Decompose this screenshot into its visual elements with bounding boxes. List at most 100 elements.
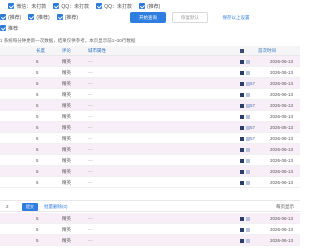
row-status-marker [240, 114, 244, 119]
table-row[interactable]: 5 精英 — 2026-06-13 [0, 155, 300, 166]
cell-attr: — [88, 158, 93, 163]
cell-length: 5 [36, 103, 39, 108]
table-row[interactable]: 5 精英 — 2026-06-13 [0, 224, 300, 235]
column-header-attr[interactable]: 城市属性 [88, 48, 106, 54]
cell-status: 精英 [62, 158, 71, 163]
table-row[interactable]: 5 精英 — 2026-06-13 [0, 166, 300, 177]
cell-status: 精英 [62, 114, 71, 119]
row-status-marker-light [246, 147, 250, 152]
cell-mark: 57 [250, 136, 256, 141]
table-row[interactable]: 5 精英 — 2026-06-13 [0, 144, 300, 155]
filter-row-1: 微信：未打款 QQ：未打款 QQ：未打款 (推荐) [0, 2, 167, 10]
table-row[interactable]: 5 精英 — 57 2026-06-13 [0, 133, 300, 144]
page-count: 2 [6, 204, 9, 209]
cell-date: 2026-06-13 [270, 70, 294, 75]
column-header-length[interactable]: 长度 [36, 48, 45, 54]
checkbox-option-3[interactable] [56, 14, 63, 20]
cell-length: 5 [36, 81, 39, 86]
filter-label-option-3: (推荐) [64, 14, 79, 21]
cell-attr: — [88, 147, 93, 152]
cell-status: 精英 [62, 103, 71, 108]
row-status-marker-light [246, 158, 250, 163]
cell-attr: — [88, 70, 93, 75]
table-body-bottom: 5 精英 — 2026-06-13 5 精英 — 2026-06-13 5 精英 — 2026-06-… [0, 213, 300, 246]
checkbox-qq[interactable] [53, 3, 60, 9]
row-status-marker [240, 227, 244, 232]
cell-date: 2026-06-13 [270, 158, 294, 163]
cell-status: 精英 [62, 59, 71, 64]
checkbox-option-1[interactable] [0, 14, 6, 20]
cell-length: 5 [36, 70, 39, 75]
cell-attr: — [88, 92, 93, 97]
table-row[interactable]: 5 精英 — 2026-06-13 [0, 213, 300, 224]
table-row[interactable]: 5 精英 — 2026-06-13 [0, 89, 300, 100]
cell-status: 精英 [62, 125, 71, 130]
column-header-date[interactable]: 首次时间 [258, 48, 276, 54]
cell-date: 2026-06-13 [270, 125, 294, 130]
bulk-delete-link[interactable]: 批量删除(0) [44, 204, 68, 210]
checkbox-option-4[interactable] [0, 25, 6, 31]
checkbox-option-2[interactable] [28, 14, 35, 20]
cell-date: 2026-06-13 [270, 92, 294, 97]
row-status-marker [240, 103, 244, 108]
cell-date: 2026-06-13 [270, 147, 294, 152]
cell-length: 5 [36, 59, 39, 64]
row-status-marker-light [246, 180, 250, 185]
cell-date: 2026-06-13 [270, 169, 294, 174]
cell-status: 精英 [62, 92, 71, 97]
cell-attr: — [88, 180, 93, 185]
row-status-marker-light [246, 216, 250, 221]
cell-length: 5 [36, 125, 39, 130]
table-row[interactable]: 5 精英 — 2026-06-13 [0, 235, 300, 246]
cell-mark: 57 [250, 81, 256, 86]
checkbox-wechat[interactable] [8, 3, 15, 9]
row-status-marker-light [246, 59, 250, 64]
column-header-status[interactable]: 评论 [62, 48, 71, 54]
cell-length: 5 [36, 180, 39, 185]
table-row[interactable]: 5 精英 — 2026-06-13 [0, 56, 300, 67]
row-status-marker [240, 92, 244, 97]
row-status-marker-light [246, 227, 250, 232]
checkbox-qq-2[interactable] [96, 3, 103, 9]
cell-length: 5 [36, 227, 39, 232]
cell-attr: — [88, 169, 93, 174]
search-button[interactable]: 开始查询 [130, 12, 166, 23]
cell-status: 精英 [62, 81, 71, 86]
checkbox-recommended[interactable] [138, 3, 145, 9]
filter-label-option-2: (推荐) [36, 14, 50, 21]
table-row[interactable]: 5 精英 — 57 2026-06-13 [0, 122, 300, 133]
table-row[interactable]: 5 精英 — 57 2026-06-13 [0, 78, 300, 89]
table-header: 长度 评论 城市属性 首次时间 [0, 46, 300, 56]
cell-date: 2026-06-13 [270, 114, 294, 119]
save-settings-button[interactable]: 保存以上设置 [214, 12, 258, 23]
cell-attr: — [88, 125, 93, 130]
cell-status: 精英 [62, 238, 71, 243]
cell-attr: — [88, 238, 93, 243]
cell-date: 2026-06-13 [270, 59, 294, 64]
cell-length: 5 [36, 216, 39, 221]
cell-status: 精英 [62, 180, 71, 185]
cell-length: 5 [36, 158, 39, 163]
cell-attr: — [88, 59, 93, 64]
cell-status: 精英 [62, 216, 71, 221]
table-body: 5 精英 — 2026-06-13 5 精英 — 2026-06-13 5 精英 — 57 2026-0… [0, 56, 300, 188]
results-table: 长度 评论 城市属性 首次时间 5 精英 — 2026-06-13 5 精英 — 2026-0… [0, 46, 300, 188]
row-status-marker-light [246, 238, 250, 243]
reset-button[interactable]: 恢复默认 [172, 12, 208, 23]
filter-label-qq-2: QQ：未打款 [104, 3, 132, 10]
row-status-marker [240, 216, 244, 221]
table-toolbar: 2 提交 批量删除(0) 每页显示 [0, 200, 300, 212]
filter-label-wechat: 微信：未打款 [16, 3, 47, 10]
submit-button[interactable]: 提交 [22, 203, 38, 211]
cell-mark: 57 [250, 103, 256, 108]
cell-length: 5 [36, 169, 39, 174]
filter-label-option-4: 推荐 [8, 25, 19, 32]
table-row[interactable]: 5 精英 — 2026-06-13 [0, 67, 300, 78]
cell-length: 5 [36, 92, 39, 97]
table-row[interactable]: 5 精英 — 2026-06-13 [0, 111, 300, 122]
filter-label-qq: QQ：未打款 [61, 3, 90, 10]
filter-label-recommended: (推荐) [146, 3, 161, 10]
table-row[interactable]: 5 精英 — 2026-06-13 [0, 177, 300, 188]
table-row[interactable]: 5 精英 — 57 2026-06-13 [0, 100, 300, 111]
cell-length: 5 [36, 147, 39, 152]
